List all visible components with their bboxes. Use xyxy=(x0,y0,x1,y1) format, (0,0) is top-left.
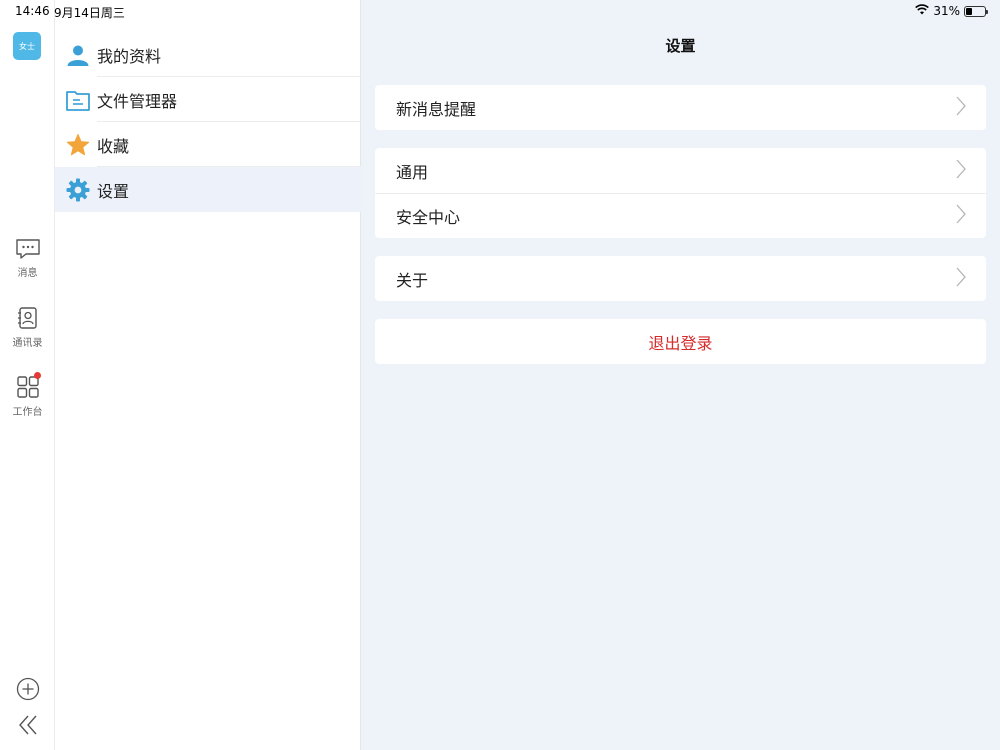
row-label: 安全中心 xyxy=(396,207,461,227)
star-icon xyxy=(66,133,90,157)
menu-item-favorites[interactable]: 收藏 xyxy=(55,122,361,167)
menu-item-settings[interactable]: 设置 xyxy=(55,167,361,212)
page-title: 设置 xyxy=(665,37,696,55)
collapse-button[interactable] xyxy=(0,714,55,740)
gear-icon xyxy=(66,178,90,202)
row-label: 通用 xyxy=(396,162,429,182)
status-right: 31% xyxy=(915,4,988,18)
settings-group-general: 通用 安全中心 xyxy=(375,148,986,238)
row-label: 新消息提醒 xyxy=(396,99,477,119)
menu-item-label: 文件管理器 xyxy=(97,91,178,111)
grid-apps-icon xyxy=(16,375,40,403)
row-label: 关于 xyxy=(396,270,429,290)
status-time: 14:46 xyxy=(15,4,50,18)
battery-icon xyxy=(964,5,988,17)
settings-menu-panel: 我的资料 文件管理器 收藏 设置 xyxy=(55,0,361,750)
rail-item-contacts[interactable]: 通讯录 xyxy=(0,306,55,349)
rail-item-label: 工作台 xyxy=(12,407,43,418)
chevron-right-icon xyxy=(956,96,966,120)
wifi-icon xyxy=(915,4,930,18)
settings-group-about: 关于 xyxy=(375,256,986,301)
row-about[interactable]: 关于 xyxy=(375,256,986,301)
logout-group: 退出登录 xyxy=(375,319,986,364)
folder-icon xyxy=(66,88,90,112)
status-date: 9月14日周三 xyxy=(54,6,125,20)
rail-item-messages[interactable]: 消息 xyxy=(0,238,55,279)
menu-item-label: 设置 xyxy=(97,181,130,201)
row-general[interactable]: 通用 xyxy=(375,148,986,193)
double-chevron-left-icon xyxy=(16,714,40,740)
rail-item-label: 消息 xyxy=(17,268,38,279)
add-button[interactable] xyxy=(0,677,55,705)
person-icon xyxy=(66,43,90,67)
logout-button[interactable]: 退出登录 xyxy=(375,319,986,364)
row-security-center[interactable]: 安全中心 xyxy=(375,193,986,238)
notification-dot xyxy=(34,372,41,379)
rail-item-label: 通讯录 xyxy=(12,338,43,349)
menu-item-label: 收藏 xyxy=(97,136,130,156)
chevron-right-icon xyxy=(956,267,966,291)
chat-bubble-icon xyxy=(15,238,41,264)
chevron-right-icon xyxy=(956,159,966,183)
avatar[interactable]: 女士 xyxy=(13,32,41,60)
menu-list: 我的资料 文件管理器 收藏 设置 xyxy=(55,32,361,212)
status-bar: 14:46 9月14日周三 31% xyxy=(0,0,1000,22)
battery-percent: 31% xyxy=(933,4,960,18)
settings-detail-panel: 设置 新消息提醒 通用 安全中心 关于 退出登录 xyxy=(361,0,1000,750)
settings-group-notifications: 新消息提醒 xyxy=(375,85,986,130)
battery-fill xyxy=(966,7,972,15)
left-rail: 女士 消息 通讯录 工作台 xyxy=(0,0,55,750)
chevron-right-icon xyxy=(956,204,966,228)
plus-circle-icon xyxy=(16,677,40,705)
menu-item-file-manager[interactable]: 文件管理器 xyxy=(55,77,361,122)
menu-item-profile[interactable]: 我的资料 xyxy=(55,32,361,77)
rail-item-workbench[interactable]: 工作台 xyxy=(0,372,55,418)
menu-item-label: 我的资料 xyxy=(97,46,162,66)
contacts-icon xyxy=(16,306,40,334)
app-screen: 14:46 9月14日周三 31% 女士 消息 通讯录 工作台 我的资料 文件管… xyxy=(0,0,1000,750)
row-new-message-alerts[interactable]: 新消息提醒 xyxy=(375,85,986,130)
